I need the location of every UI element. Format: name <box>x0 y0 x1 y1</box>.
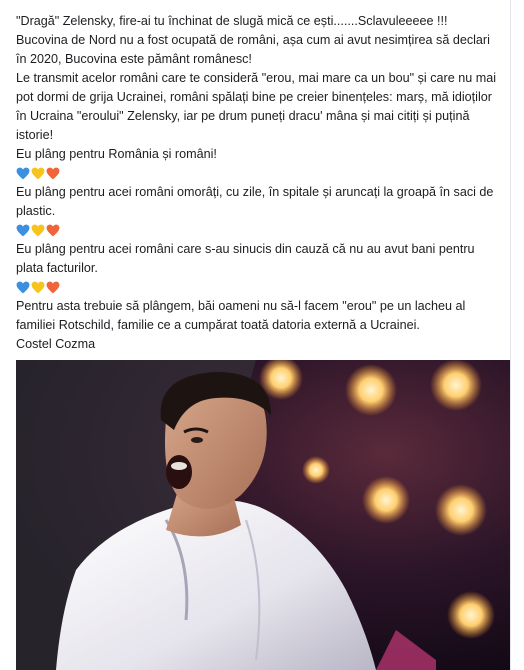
red-heart-icon <box>46 167 60 180</box>
post-line: Eu plâng pentru acei români omorâți, cu … <box>16 185 494 199</box>
post-photo[interactable] <box>16 360 510 670</box>
heart-emoji-row <box>16 164 508 183</box>
heart-emoji-row <box>16 221 508 240</box>
post-line: în 2020, Bucovina este pământ românesc! <box>16 52 252 66</box>
post-line: "Dragă" Zelensky, fire-ai tu închinat de… <box>16 14 448 28</box>
post-text: "Dragă" Zelensky, fire-ai tu închinat de… <box>16 12 508 354</box>
post-line: Le transmit acelor români care te consid… <box>16 71 497 85</box>
red-heart-icon <box>46 281 60 294</box>
post-line: Eu plâng pentru România și români! <box>16 147 217 161</box>
yellow-heart-icon <box>31 224 45 237</box>
post-line: Bucovina de Nord nu a fost ocupată de ro… <box>16 33 490 47</box>
post-line: Eu plâng pentru acei români care s-au si… <box>16 242 475 256</box>
red-heart-icon <box>46 224 60 237</box>
blue-heart-icon <box>16 224 30 237</box>
photo-illustration <box>16 360 510 670</box>
heart-emoji-row <box>16 278 508 297</box>
yellow-heart-icon <box>31 281 45 294</box>
blue-heart-icon <box>16 281 30 294</box>
post-line: familiei Rotschild, familie ce a cumpăra… <box>16 318 420 332</box>
post-author-signature: Costel Cozma <box>16 337 96 351</box>
post-line: istorie! <box>16 128 54 142</box>
post-line: pot dormi de grija Ucrainei, români spăl… <box>16 90 492 104</box>
post-line: în Ucraina "eroului" Zelensky, iar pe dr… <box>16 109 470 123</box>
post-line: Pentru asta trebuie să plângem, băi oame… <box>16 299 466 313</box>
facebook-post: "Dragă" Zelensky, fire-ai tu închinat de… <box>0 0 511 670</box>
open-mouth <box>166 455 192 489</box>
blue-heart-icon <box>16 167 30 180</box>
yellow-heart-icon <box>31 167 45 180</box>
post-line: plata facturilor. <box>16 261 98 275</box>
post-line: plastic. <box>16 204 56 218</box>
